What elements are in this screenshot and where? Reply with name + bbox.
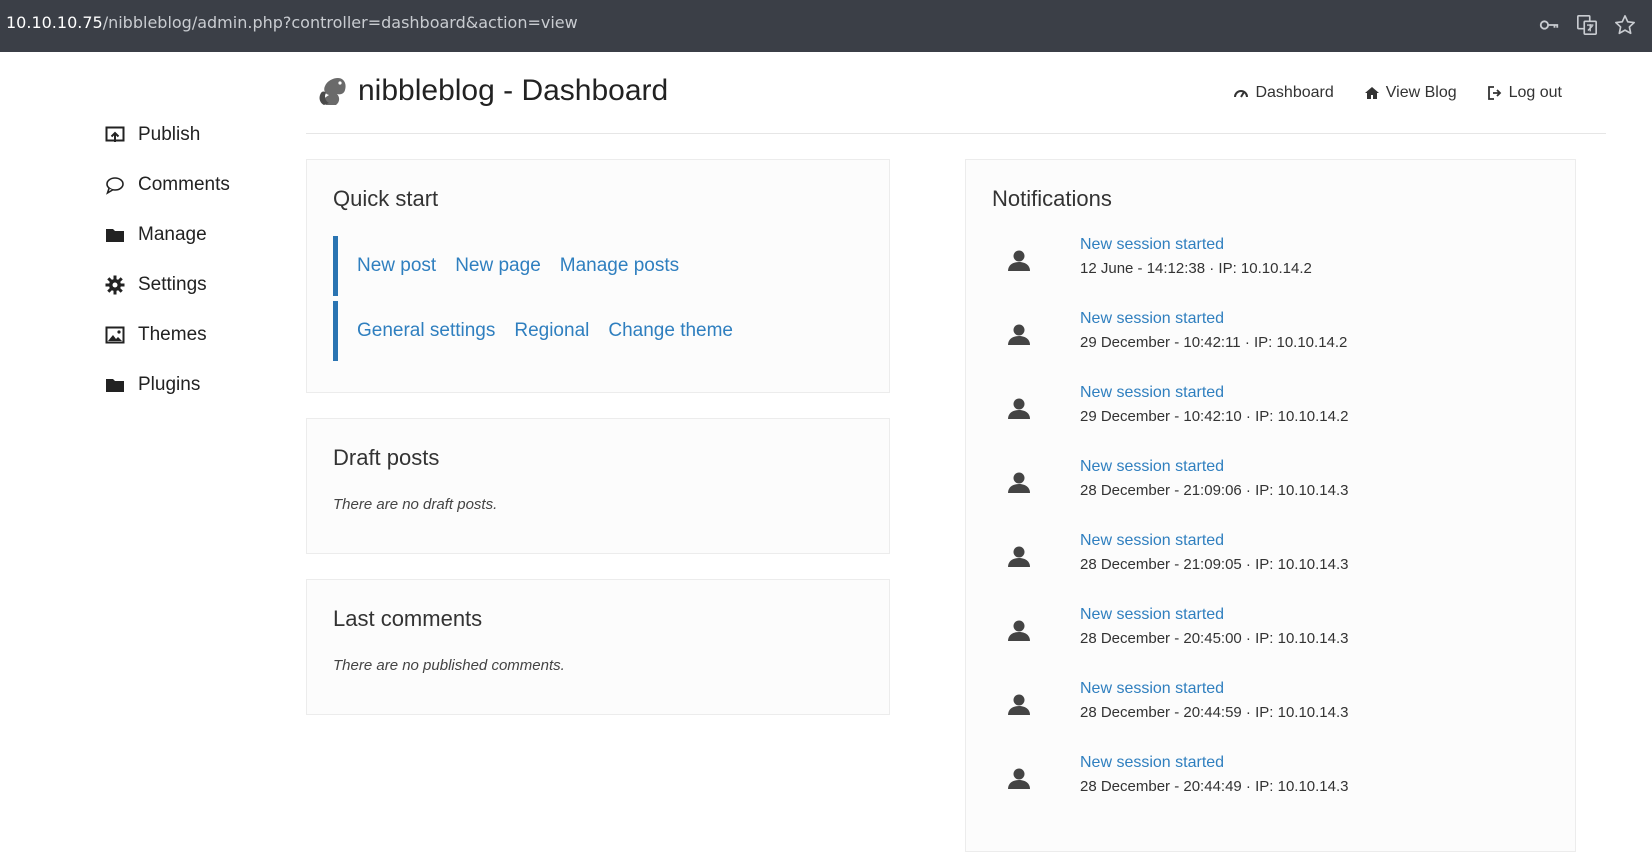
notification-title-link[interactable]: New session started (1080, 606, 1224, 624)
notification-item: New session started 29 December - 10:42:… (992, 310, 1552, 380)
publish-icon (104, 124, 126, 146)
change-theme-link[interactable]: Change theme (608, 320, 733, 342)
draft-posts-title: Draft posts (333, 445, 440, 470)
notification-title-link[interactable]: New session started (1080, 310, 1224, 328)
user-icon (1006, 692, 1032, 718)
notification-info: 12 June - 14:12:38 · IP: 10.10.14.2 (1080, 260, 1312, 277)
comment-icon (104, 174, 126, 196)
nav-label: Log out (1508, 84, 1562, 101)
sidebar: Publish Comments Manage Settings Themes … (104, 110, 294, 410)
notification-title-link[interactable]: New session started (1080, 754, 1224, 772)
user-icon (1006, 618, 1032, 644)
nav-label: View Blog (1385, 84, 1457, 101)
notification-info: 28 December - 20:44:49 · IP: 10.10.14.3 (1080, 778, 1349, 795)
user-icon (1006, 322, 1032, 348)
nav-logout-link[interactable]: Log out (1487, 84, 1562, 102)
star-icon[interactable] (1614, 14, 1636, 36)
last-comments-empty-message: There are no published comments. (333, 657, 565, 674)
sidebar-item-plugins[interactable]: Plugins (104, 360, 294, 410)
sidebar-item-label: Themes (138, 324, 207, 345)
notification-item: New session started 28 December - 21:09:… (992, 458, 1552, 528)
gear-icon (104, 274, 126, 296)
sidebar-item-label: Comments (138, 174, 230, 195)
dashboard-icon (1234, 90, 1249, 98)
nav-dashboard-link[interactable]: Dashboard (1233, 84, 1334, 102)
notification-title-link[interactable]: New session started (1080, 532, 1224, 550)
notifications-panel: Notifications New session started 12 Jun… (965, 159, 1576, 852)
sidebar-item-label: Plugins (138, 374, 201, 395)
page-header: nibbleblog - Dashboard Dashboard View Bl… (306, 70, 1606, 134)
user-icon (1006, 766, 1032, 792)
notification-item: New session started 29 December - 10:42:… (992, 384, 1552, 454)
general-settings-link[interactable]: General settings (357, 320, 495, 342)
notification-item: New session started 28 December - 21:09:… (992, 532, 1552, 602)
sidebar-item-label: Manage (138, 224, 207, 245)
logout-icon (1487, 86, 1501, 100)
manage-posts-link[interactable]: Manage posts (560, 255, 679, 277)
notification-item: New session started 28 December - 20:44:… (992, 754, 1552, 824)
quick-start-panel: Quick start New post New page Manage pos… (306, 159, 890, 393)
user-icon (1006, 544, 1032, 570)
notification-info: 28 December - 20:44:59 · IP: 10.10.14.3 (1080, 704, 1349, 721)
translate-icon[interactable] (1576, 14, 1598, 36)
draft-posts-panel: Draft posts There are no draft posts. (306, 418, 890, 554)
sidebar-item-settings[interactable]: Settings (104, 260, 294, 310)
regional-link[interactable]: Regional (514, 320, 589, 342)
top-navigation: Dashboard View Blog Log out (1203, 84, 1562, 102)
page-title: nibbleblog - Dashboard (358, 74, 669, 107)
quick-start-row-settings: General settings Regional Change theme (333, 301, 752, 361)
notifications-title: Notifications (992, 186, 1112, 211)
url-text[interactable]: 10.10.10.75/nibbleblog/admin.php?control… (6, 13, 578, 32)
url-host: 10.10.10.75 (6, 13, 103, 32)
sidebar-item-themes[interactable]: Themes (104, 310, 294, 360)
notification-info: 29 December - 10:42:11 · IP: 10.10.14.2 (1080, 334, 1348, 351)
notification-info: 29 December - 10:42:10 · IP: 10.10.14.2 (1080, 408, 1349, 425)
browser-toolbar-icons (1538, 10, 1652, 40)
folder-icon (104, 224, 126, 246)
last-comments-panel: Last comments There are no published com… (306, 579, 890, 715)
notification-item: New session started 28 December - 20:44:… (992, 680, 1552, 750)
notification-item: New session started 12 June - 14:12:38 ·… (992, 236, 1552, 306)
url-path: /nibbleblog/admin.php?controller=dashboa… (102, 13, 578, 32)
brand: nibbleblog - Dashboard (316, 74, 668, 108)
notification-info: 28 December - 21:09:06 · IP: 10.10.14.3 (1080, 482, 1349, 499)
sidebar-item-manage[interactable]: Manage (104, 210, 294, 260)
draft-posts-empty-message: There are no draft posts. (333, 496, 498, 513)
notification-title-link[interactable]: New session started (1080, 384, 1224, 402)
sidebar-item-label: Settings (138, 274, 207, 295)
nav-label: Dashboard (1255, 84, 1334, 101)
folder-icon (104, 374, 126, 396)
notification-title-link[interactable]: New session started (1080, 680, 1224, 698)
user-icon (1006, 396, 1032, 422)
sidebar-item-comments[interactable]: Comments (104, 160, 294, 210)
last-comments-title: Last comments (333, 606, 483, 631)
new-post-link[interactable]: New post (357, 255, 436, 277)
sidebar-item-label: Publish (138, 124, 201, 145)
notification-title-link[interactable]: New session started (1080, 458, 1224, 476)
nav-view-blog-link[interactable]: View Blog (1364, 84, 1457, 102)
notification-info: 28 December - 21:09:05 · IP: 10.10.14.3 (1080, 556, 1349, 573)
quick-start-title: Quick start (333, 186, 439, 211)
quick-start-row-content: New post New page Manage posts (333, 236, 698, 296)
image-icon (104, 324, 126, 346)
user-icon (1006, 470, 1032, 496)
notification-title-link[interactable]: New session started (1080, 236, 1224, 254)
key-icon[interactable] (1538, 14, 1560, 36)
home-icon (1364, 87, 1379, 99)
notification-item: New session started 28 December - 20:45:… (992, 606, 1552, 676)
squirrel-logo-icon (319, 78, 346, 105)
new-page-link[interactable]: New page (455, 255, 541, 277)
user-icon (1006, 248, 1032, 274)
browser-address-bar[interactable]: 10.10.10.75/nibbleblog/admin.php?control… (0, 0, 1652, 52)
notification-info: 28 December - 20:45:00 · IP: 10.10.14.3 (1080, 630, 1349, 647)
sidebar-item-publish[interactable]: Publish (104, 110, 294, 160)
